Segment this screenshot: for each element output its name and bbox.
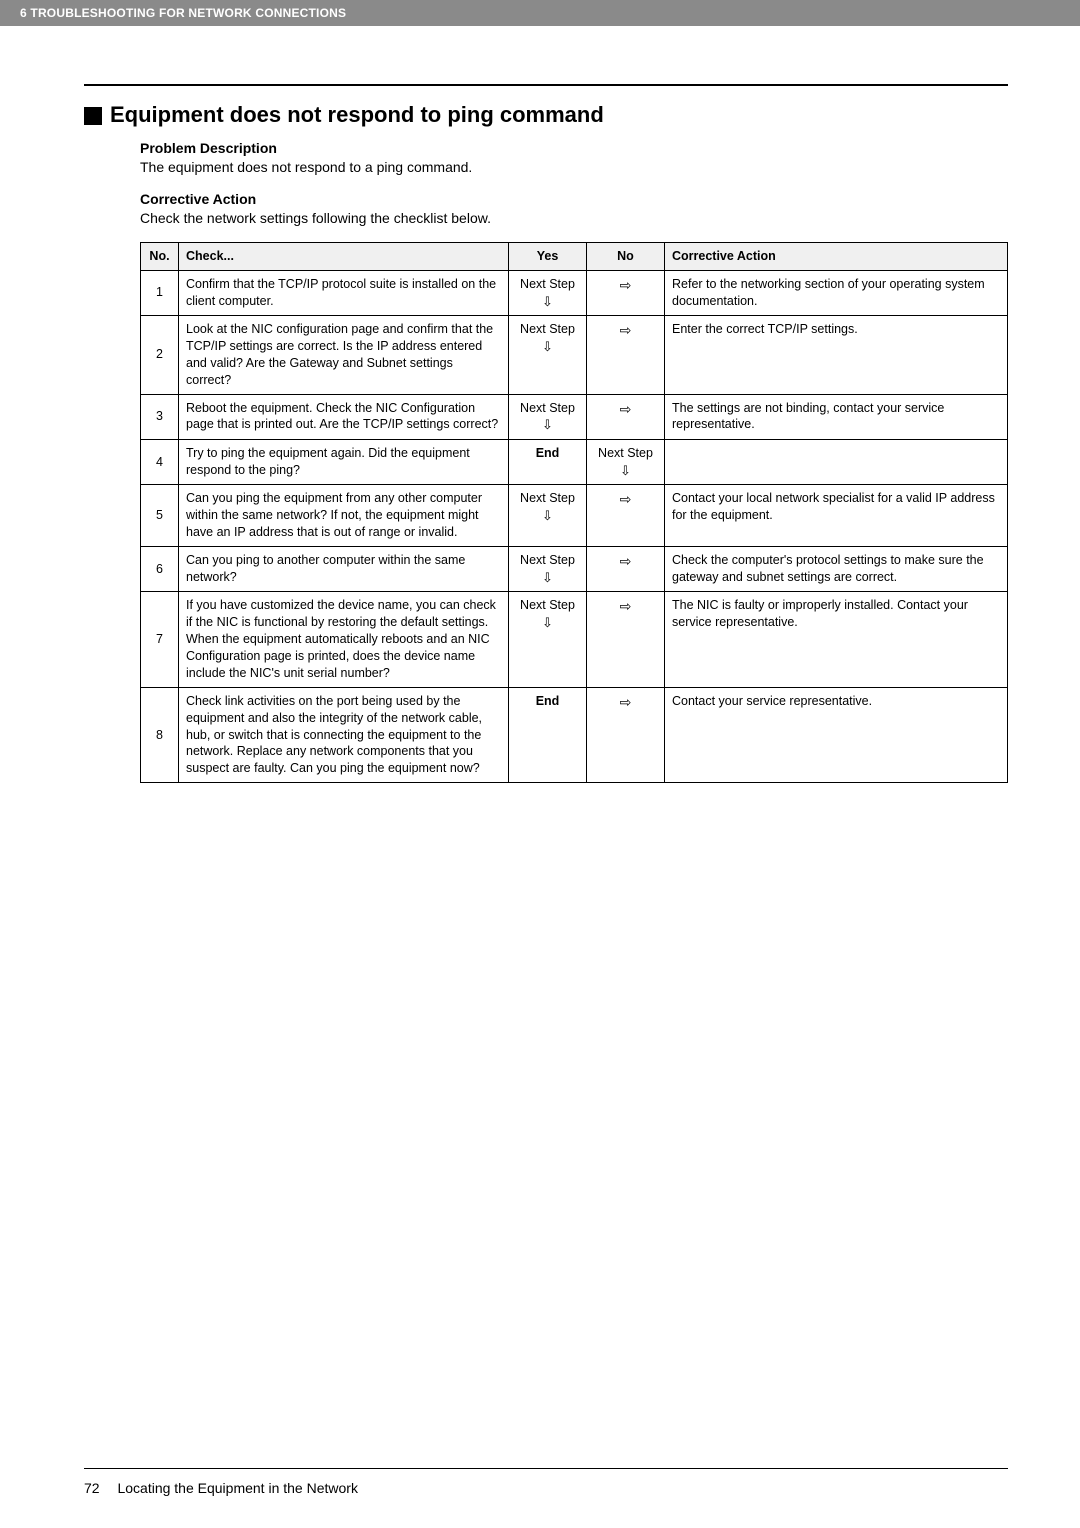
cell-corrective: Enter the correct TCP/IP settings. — [665, 316, 1008, 395]
cell-check: Can you ping to another computer within … — [179, 547, 509, 592]
arrow-right-icon: ⇨ — [620, 400, 632, 419]
corrective-action-text: Check the network settings following the… — [140, 209, 1008, 228]
cell-check: Check link activities on the port being … — [179, 687, 509, 782]
arrow-down-icon: ⇩ — [516, 507, 579, 525]
problem-description-heading: Problem Description — [140, 140, 1008, 156]
table-row: 4Try to ping the equipment again. Did th… — [141, 440, 1008, 485]
footer-text: 72 Locating the Equipment in the Network — [84, 1480, 358, 1496]
footer-rule — [84, 1468, 1008, 1469]
arrow-down-icon: ⇩ — [516, 338, 579, 356]
cell-yes: Next Step⇩ — [509, 316, 587, 395]
table-row: 7If you have customized the device name,… — [141, 592, 1008, 687]
cell-no: 2 — [141, 316, 179, 395]
cell-no-col: Next Step⇩ — [587, 440, 665, 485]
section-inner-block: Problem Description The equipment does n… — [84, 140, 1008, 783]
cell-corrective: Contact your local network specialist fo… — [665, 485, 1008, 547]
table-row: 2Look at the NIC configuration page and … — [141, 316, 1008, 395]
cell-no-col: ⇨ — [587, 592, 665, 687]
th-yes: Yes — [509, 242, 587, 270]
cell-check: Confirm that the TCP/IP protocol suite i… — [179, 270, 509, 315]
section-title-row: Equipment does not respond to ping comma… — [84, 102, 1008, 128]
arrow-down-icon: ⇩ — [516, 293, 579, 311]
cell-corrective: The NIC is faulty or improperly installe… — [665, 592, 1008, 687]
cell-no: 3 — [141, 394, 179, 439]
footer-page-number: 72 — [84, 1480, 100, 1496]
cell-yes: End — [509, 440, 587, 485]
cell-no-col: ⇨ — [587, 687, 665, 782]
th-corrective: Corrective Action — [665, 242, 1008, 270]
cell-no: 1 — [141, 270, 179, 315]
section-top-rule — [84, 84, 1008, 86]
footer-page-title: Locating the Equipment in the Network — [117, 1480, 357, 1496]
cell-check: Try to ping the equipment again. Did the… — [179, 440, 509, 485]
arrow-right-icon: ⇨ — [620, 597, 632, 616]
th-no-col: No — [587, 242, 665, 270]
chapter-header-text: 6 TROUBLESHOOTING FOR NETWORK CONNECTION… — [20, 6, 346, 20]
cell-no-col: ⇨ — [587, 547, 665, 592]
arrow-down-icon: ⇩ — [516, 569, 579, 587]
table-header-row: No. Check... Yes No Corrective Action — [141, 242, 1008, 270]
table-row: 8Check link activities on the port being… — [141, 687, 1008, 782]
arrow-right-icon: ⇨ — [620, 490, 632, 509]
cell-no-col: ⇨ — [587, 316, 665, 395]
cell-yes: Next Step⇩ — [509, 547, 587, 592]
cell-no-col: ⇨ — [587, 270, 665, 315]
th-no: No. — [141, 242, 179, 270]
cell-no: 8 — [141, 687, 179, 782]
cell-yes: Next Step⇩ — [509, 270, 587, 315]
cell-no: 5 — [141, 485, 179, 547]
table-row: 3Reboot the equipment. Check the NIC Con… — [141, 394, 1008, 439]
arrow-right-icon: ⇨ — [620, 321, 632, 340]
arrow-right-icon: ⇨ — [620, 693, 632, 712]
arrow-right-icon: ⇨ — [620, 552, 632, 571]
cell-yes: Next Step⇩ — [509, 592, 587, 687]
arrow-down-icon: ⇩ — [516, 416, 579, 434]
problem-description-text: The equipment does not respond to a ping… — [140, 158, 1008, 177]
arrow-down-icon: ⇩ — [516, 614, 579, 632]
th-check: Check... — [179, 242, 509, 270]
cell-corrective — [665, 440, 1008, 485]
cell-corrective: The settings are not binding, contact yo… — [665, 394, 1008, 439]
chapter-header-bar: 6 TROUBLESHOOTING FOR NETWORK CONNECTION… — [0, 0, 1080, 26]
corrective-action-heading: Corrective Action — [140, 191, 1008, 207]
cell-corrective: Refer to the networking section of your … — [665, 270, 1008, 315]
cell-corrective: Check the computer's protocol settings t… — [665, 547, 1008, 592]
troubleshoot-table: No. Check... Yes No Corrective Action 1C… — [140, 242, 1008, 783]
cell-no: 4 — [141, 440, 179, 485]
table-row: 6Can you ping to another computer within… — [141, 547, 1008, 592]
section-title-text: Equipment does not respond to ping comma… — [110, 102, 604, 128]
cell-check: If you have customized the device name, … — [179, 592, 509, 687]
arrow-down-icon: ⇩ — [594, 462, 657, 480]
cell-yes: Next Step⇩ — [509, 485, 587, 547]
page-content: Equipment does not respond to ping comma… — [0, 84, 1080, 783]
table-row: 5Can you ping the equipment from any oth… — [141, 485, 1008, 547]
arrow-right-icon: ⇨ — [620, 276, 632, 295]
cell-yes: End — [509, 687, 587, 782]
cell-corrective: Contact your service representative. — [665, 687, 1008, 782]
square-bullet-icon — [84, 107, 102, 125]
cell-no-col: ⇨ — [587, 394, 665, 439]
table-row: 1Confirm that the TCP/IP protocol suite … — [141, 270, 1008, 315]
cell-no-col: ⇨ — [587, 485, 665, 547]
cell-check: Can you ping the equipment from any othe… — [179, 485, 509, 547]
cell-no: 7 — [141, 592, 179, 687]
cell-yes: Next Step⇩ — [509, 394, 587, 439]
table-body: 1Confirm that the TCP/IP protocol suite … — [141, 270, 1008, 783]
cell-check: Reboot the equipment. Check the NIC Conf… — [179, 394, 509, 439]
cell-no: 6 — [141, 547, 179, 592]
cell-check: Look at the NIC configuration page and c… — [179, 316, 509, 395]
table-head: No. Check... Yes No Corrective Action — [141, 242, 1008, 270]
